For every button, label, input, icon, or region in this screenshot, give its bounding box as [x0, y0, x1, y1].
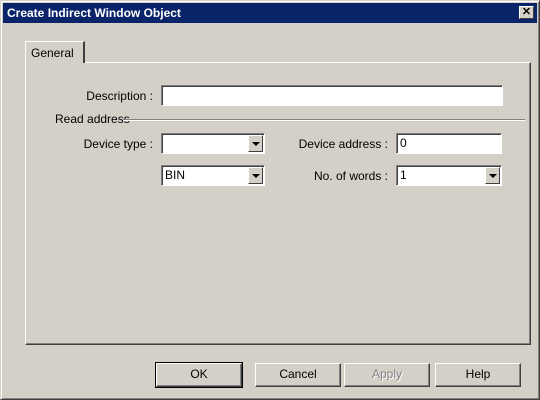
dialog-window: Create Indirect Window Object ✕ General … [0, 0, 540, 400]
data-format-dropdown-button[interactable] [248, 167, 263, 184]
device-type-dropdown[interactable] [161, 133, 265, 154]
apply-button-label: Apply [371, 367, 403, 381]
cancel-button[interactable]: Cancel [255, 363, 341, 387]
device-type-dropdown-button[interactable] [248, 135, 263, 152]
close-button[interactable]: ✕ [519, 6, 534, 19]
ok-button[interactable]: OK [155, 362, 243, 388]
apply-button[interactable]: Apply [344, 363, 430, 387]
close-icon: ✕ [521, 6, 532, 18]
chevron-down-icon [489, 174, 497, 178]
ok-button-label: OK [190, 367, 208, 381]
title-bar[interactable]: Create Indirect Window Object ✕ [3, 3, 537, 23]
no-of-words-label: No. of words : [313, 169, 388, 183]
data-format-dropdown[interactable]: BIN [161, 165, 265, 186]
data-format-value: BIN [165, 168, 186, 182]
device-type-label: Device type : [83, 137, 153, 151]
group-divider [123, 119, 525, 121]
device-address-label: Device address : [298, 137, 388, 151]
chevron-down-icon [252, 142, 260, 146]
tab-general-label: General [31, 46, 74, 60]
window-title: Create Indirect Window Object [7, 6, 181, 20]
help-button[interactable]: Help [435, 363, 521, 387]
description-input[interactable] [161, 85, 503, 106]
no-of-words-dropdown-button[interactable] [485, 167, 500, 184]
chevron-down-icon [252, 174, 260, 178]
description-label: Description : [86, 89, 153, 103]
no-of-words-value: 1 [400, 168, 407, 182]
help-button-label: Help [465, 367, 491, 381]
cancel-button-label: Cancel [279, 367, 317, 381]
device-address-input[interactable]: 0 [396, 133, 502, 154]
read-address-group-label: Read address [55, 112, 130, 126]
tab-general[interactable]: General [25, 41, 85, 63]
no-of-words-dropdown[interactable]: 1 [396, 165, 502, 186]
